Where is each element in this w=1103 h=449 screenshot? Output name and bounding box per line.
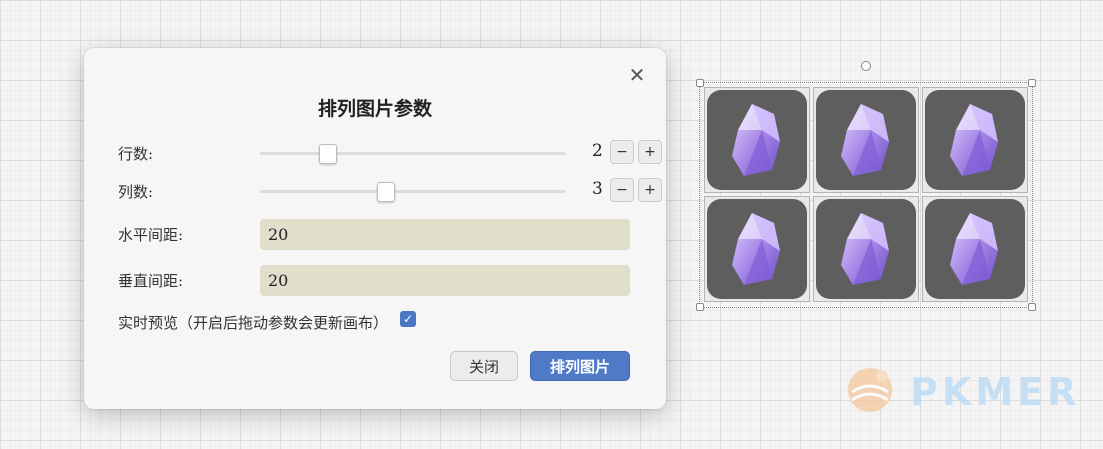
cols-setting: 列数: 3 − + <box>118 176 662 206</box>
image-grid <box>704 87 1028 303</box>
image-tile-background <box>707 90 807 190</box>
cols-decrement-button[interactable]: − <box>610 178 634 202</box>
rows-slider-thumb[interactable] <box>319 144 338 164</box>
rotate-handle[interactable] <box>861 61 871 71</box>
live-preview-label: 实时预览（开启后拖动参数会更新画布） <box>118 314 389 332</box>
obsidian-crystal-icon <box>950 104 998 176</box>
obsidian-crystal-icon <box>950 213 998 285</box>
cols-slider[interactable] <box>260 182 566 202</box>
obsidian-crystal-icon <box>841 213 889 285</box>
image-tile-background <box>707 199 807 299</box>
pkmer-logo-icon <box>848 368 892 412</box>
v-spacing-label: 垂直间距: <box>118 272 184 290</box>
image-tile-background <box>925 199 1025 299</box>
resize-handle-top-right[interactable] <box>1028 79 1036 87</box>
resize-handle-top-left[interactable] <box>696 79 704 87</box>
image-tile[interactable] <box>922 87 1028 193</box>
image-tile[interactable] <box>704 87 810 193</box>
obsidian-crystal-icon <box>732 213 780 285</box>
cols-label: 列数: <box>118 183 154 201</box>
image-tile-background <box>816 199 916 299</box>
rows-value: 2 <box>592 141 603 161</box>
h-spacing-setting: 水平间距: <box>118 219 630 250</box>
image-tile[interactable] <box>813 87 919 193</box>
image-tile-background <box>925 90 1025 190</box>
close-icon[interactable]: ✕ <box>626 64 648 86</box>
h-spacing-label: 水平间距: <box>118 226 184 244</box>
image-tile[interactable] <box>922 196 1028 302</box>
rows-decrement-button[interactable]: − <box>610 140 634 164</box>
rows-label: 行数: <box>118 145 154 163</box>
rows-slider[interactable] <box>260 144 566 164</box>
obsidian-crystal-icon <box>732 104 780 176</box>
resize-handle-bottom-left[interactable] <box>696 303 704 311</box>
resize-handle-bottom-right[interactable] <box>1028 303 1036 311</box>
obsidian-crystal-icon <box>841 104 889 176</box>
pkmer-watermark: PKMER <box>846 362 1086 422</box>
h-spacing-input[interactable] <box>260 219 630 250</box>
cols-slider-thumb[interactable] <box>377 182 396 202</box>
rows-increment-button[interactable]: + <box>638 140 662 164</box>
cols-value: 3 <box>592 179 603 199</box>
live-preview-checkbox[interactable]: ✓ <box>400 311 416 327</box>
v-spacing-setting: 垂直间距: <box>118 265 630 296</box>
rows-setting: 行数: 2 − + <box>118 138 662 168</box>
image-tile[interactable] <box>704 196 810 302</box>
pkmer-wordmark: PKMER <box>910 370 1081 414</box>
cols-increment-button[interactable]: + <box>638 178 662 202</box>
dialog-title: 排列图片参数 <box>317 98 432 120</box>
close-button[interactable]: 关闭 <box>450 351 518 381</box>
image-tile[interactable] <box>813 196 919 302</box>
v-spacing-input[interactable] <box>260 265 630 296</box>
arrange-images-dialog: ✕ 排列图片参数 行数: 2 − + 列数: 3 − + 水平间距: 垂直间距:… <box>84 48 666 409</box>
arrange-images-button[interactable]: 排列图片 <box>530 351 630 381</box>
image-tile-background <box>816 90 916 190</box>
